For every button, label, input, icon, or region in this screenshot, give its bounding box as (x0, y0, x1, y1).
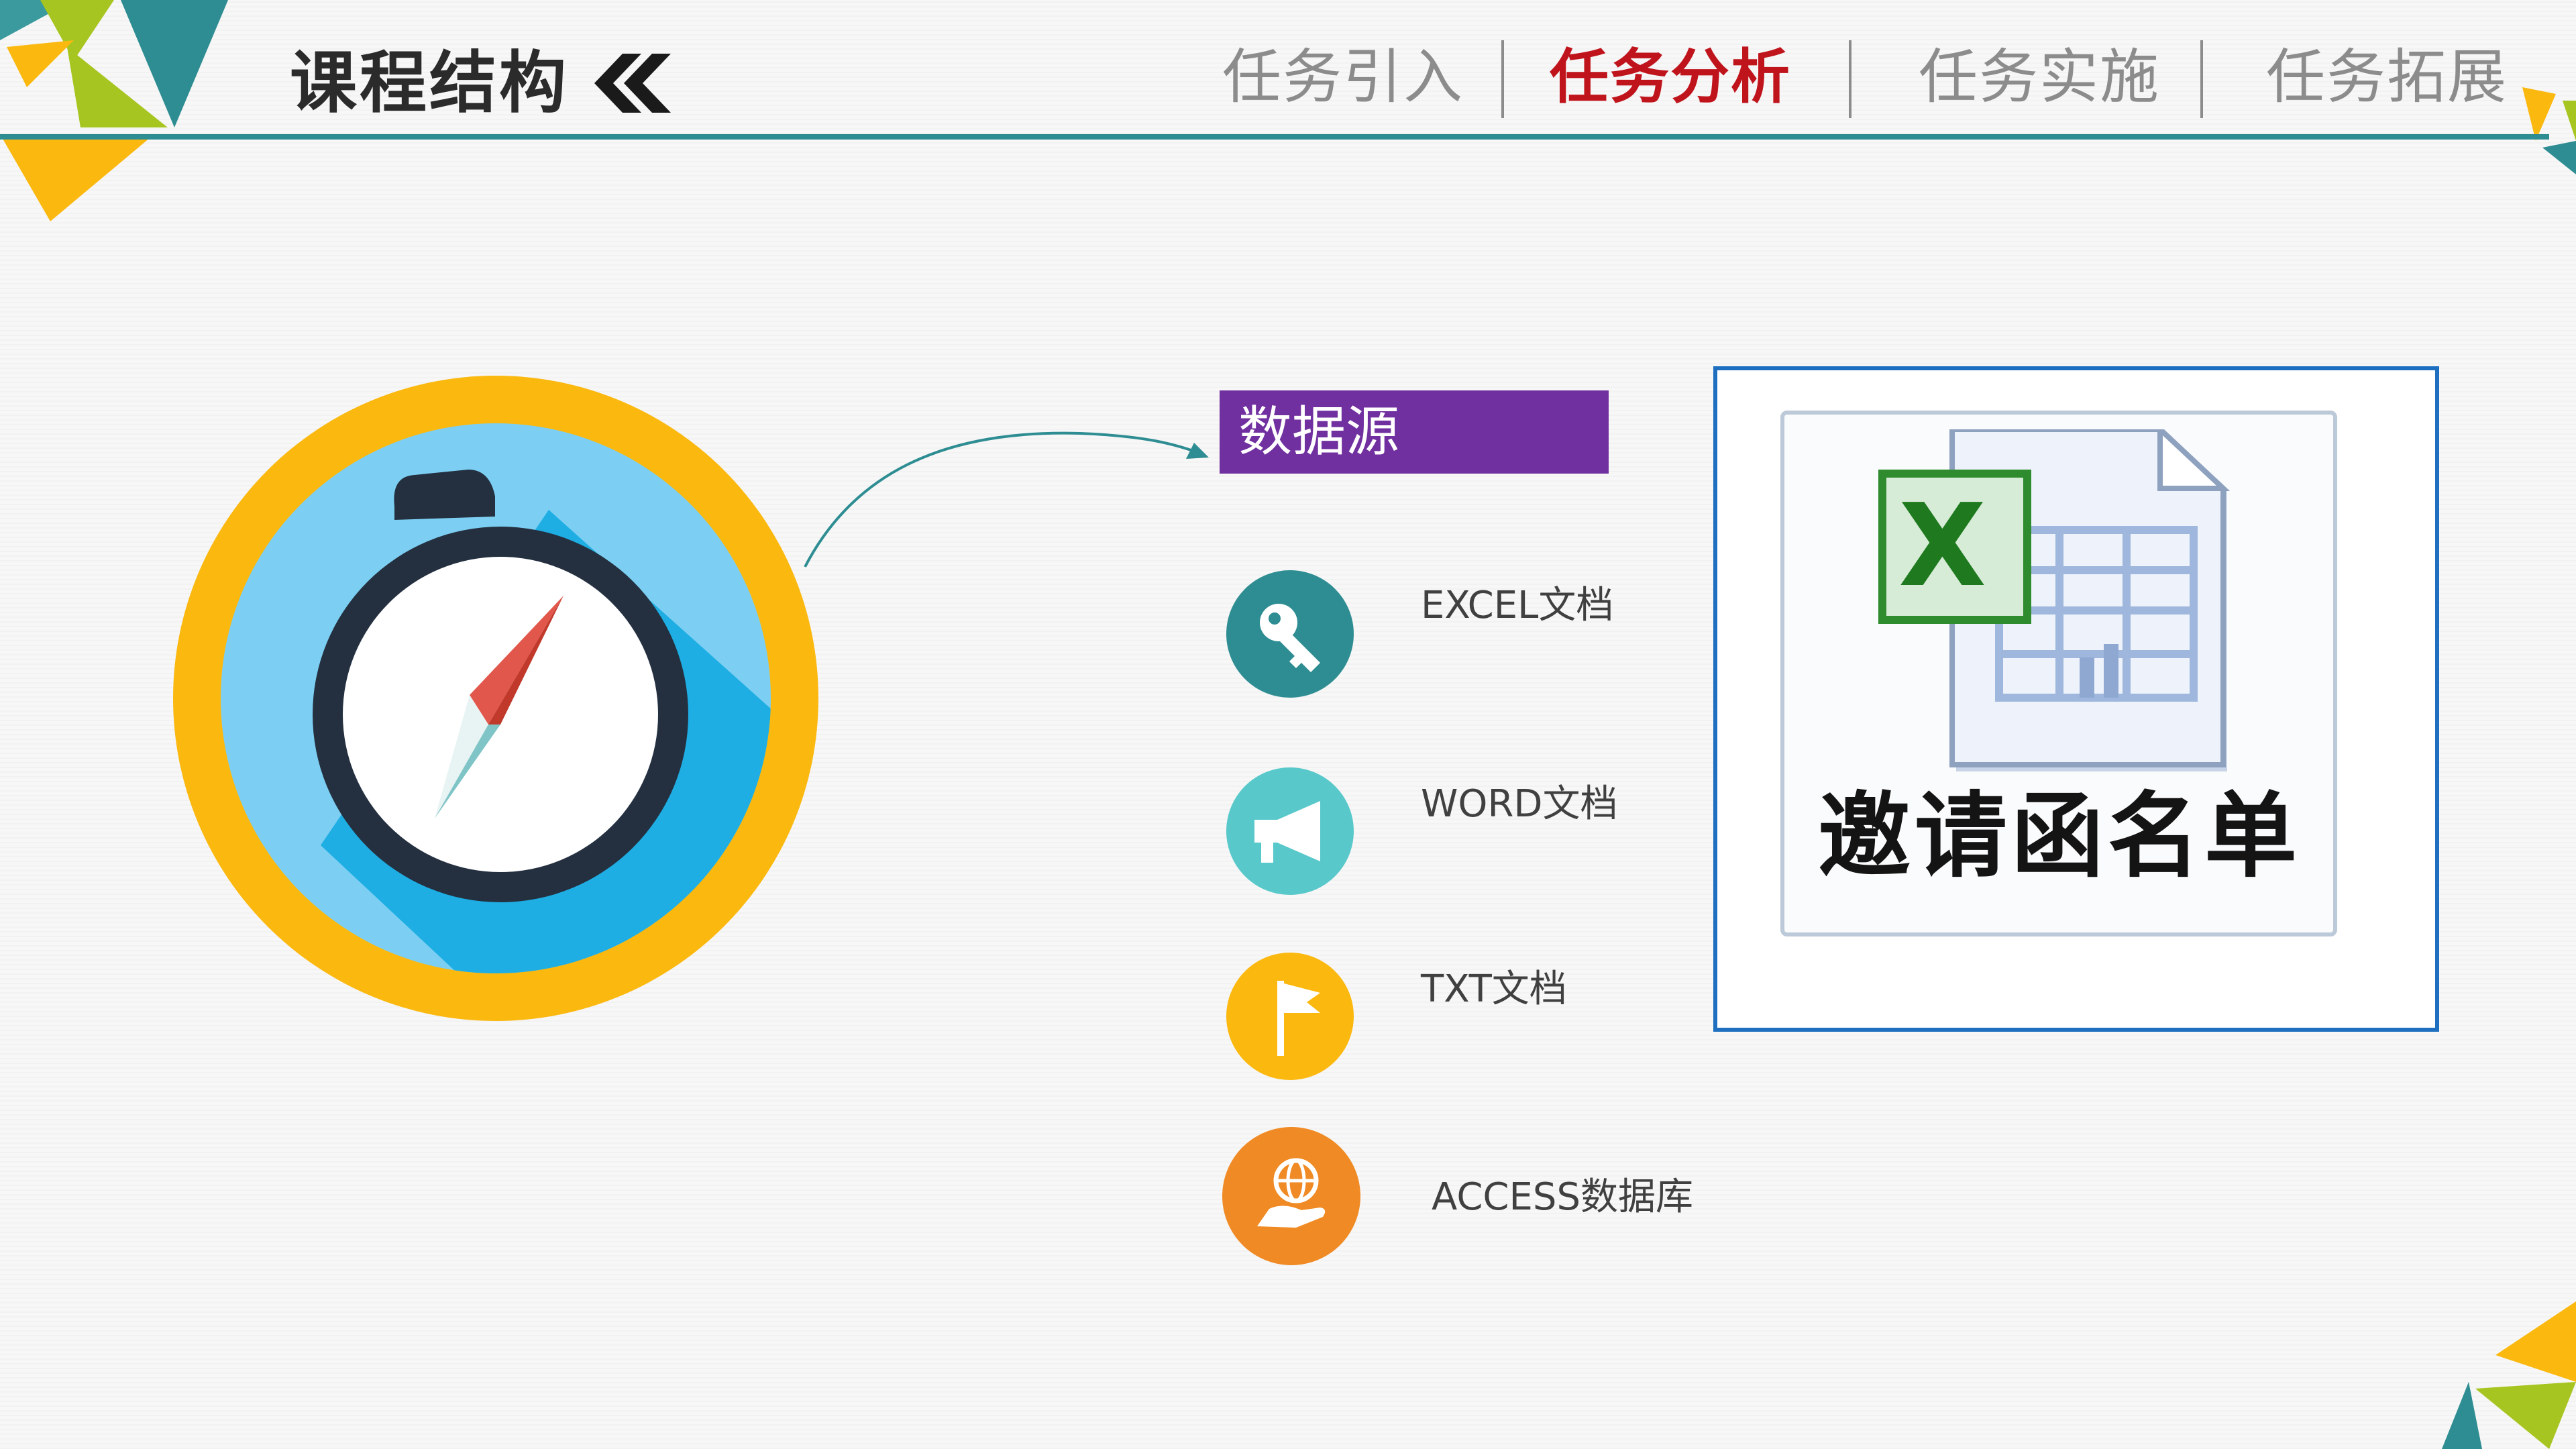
nav-item-task-intro[interactable]: 任务引入 (1222, 40, 1464, 114)
header-divider (0, 134, 2549, 140)
double-chevron-left-icon[interactable] (590, 54, 671, 113)
megaphone-icon (1226, 767, 1354, 895)
nav-item-task-extend[interactable]: 任务拓展 (2266, 40, 2508, 114)
source-label-access: ACCESS数据库 (1432, 1175, 1694, 1219)
key-icon (1226, 570, 1354, 698)
source-label-txt: TXT文档 (1421, 967, 1567, 1011)
flow-arrow (804, 431, 1209, 568)
file-caption: 邀请函名单 (1817, 782, 2301, 890)
source-label-excel: EXCEL文档 (1421, 584, 1614, 627)
svg-text:X: X (1898, 480, 1986, 612)
excel-file-icon[interactable]: X (1878, 429, 2247, 778)
nav-separator (1501, 40, 1504, 118)
flag-icon (1226, 953, 1354, 1080)
compass-stopwatch-icon (173, 376, 818, 1021)
source-label-word: WORD文档 (1421, 782, 1618, 826)
nav-item-task-implement[interactable]: 任务实施 (1919, 40, 2160, 114)
nav-separator (1849, 40, 1851, 118)
page-title: 课程结构 (290, 44, 569, 122)
nav-separator (2200, 40, 2203, 118)
data-source-label: 数据源 (1220, 390, 1609, 474)
nav-item-task-analysis[interactable]: 任务分析 (1550, 40, 1791, 114)
globe-hand-icon (1222, 1127, 1360, 1265)
